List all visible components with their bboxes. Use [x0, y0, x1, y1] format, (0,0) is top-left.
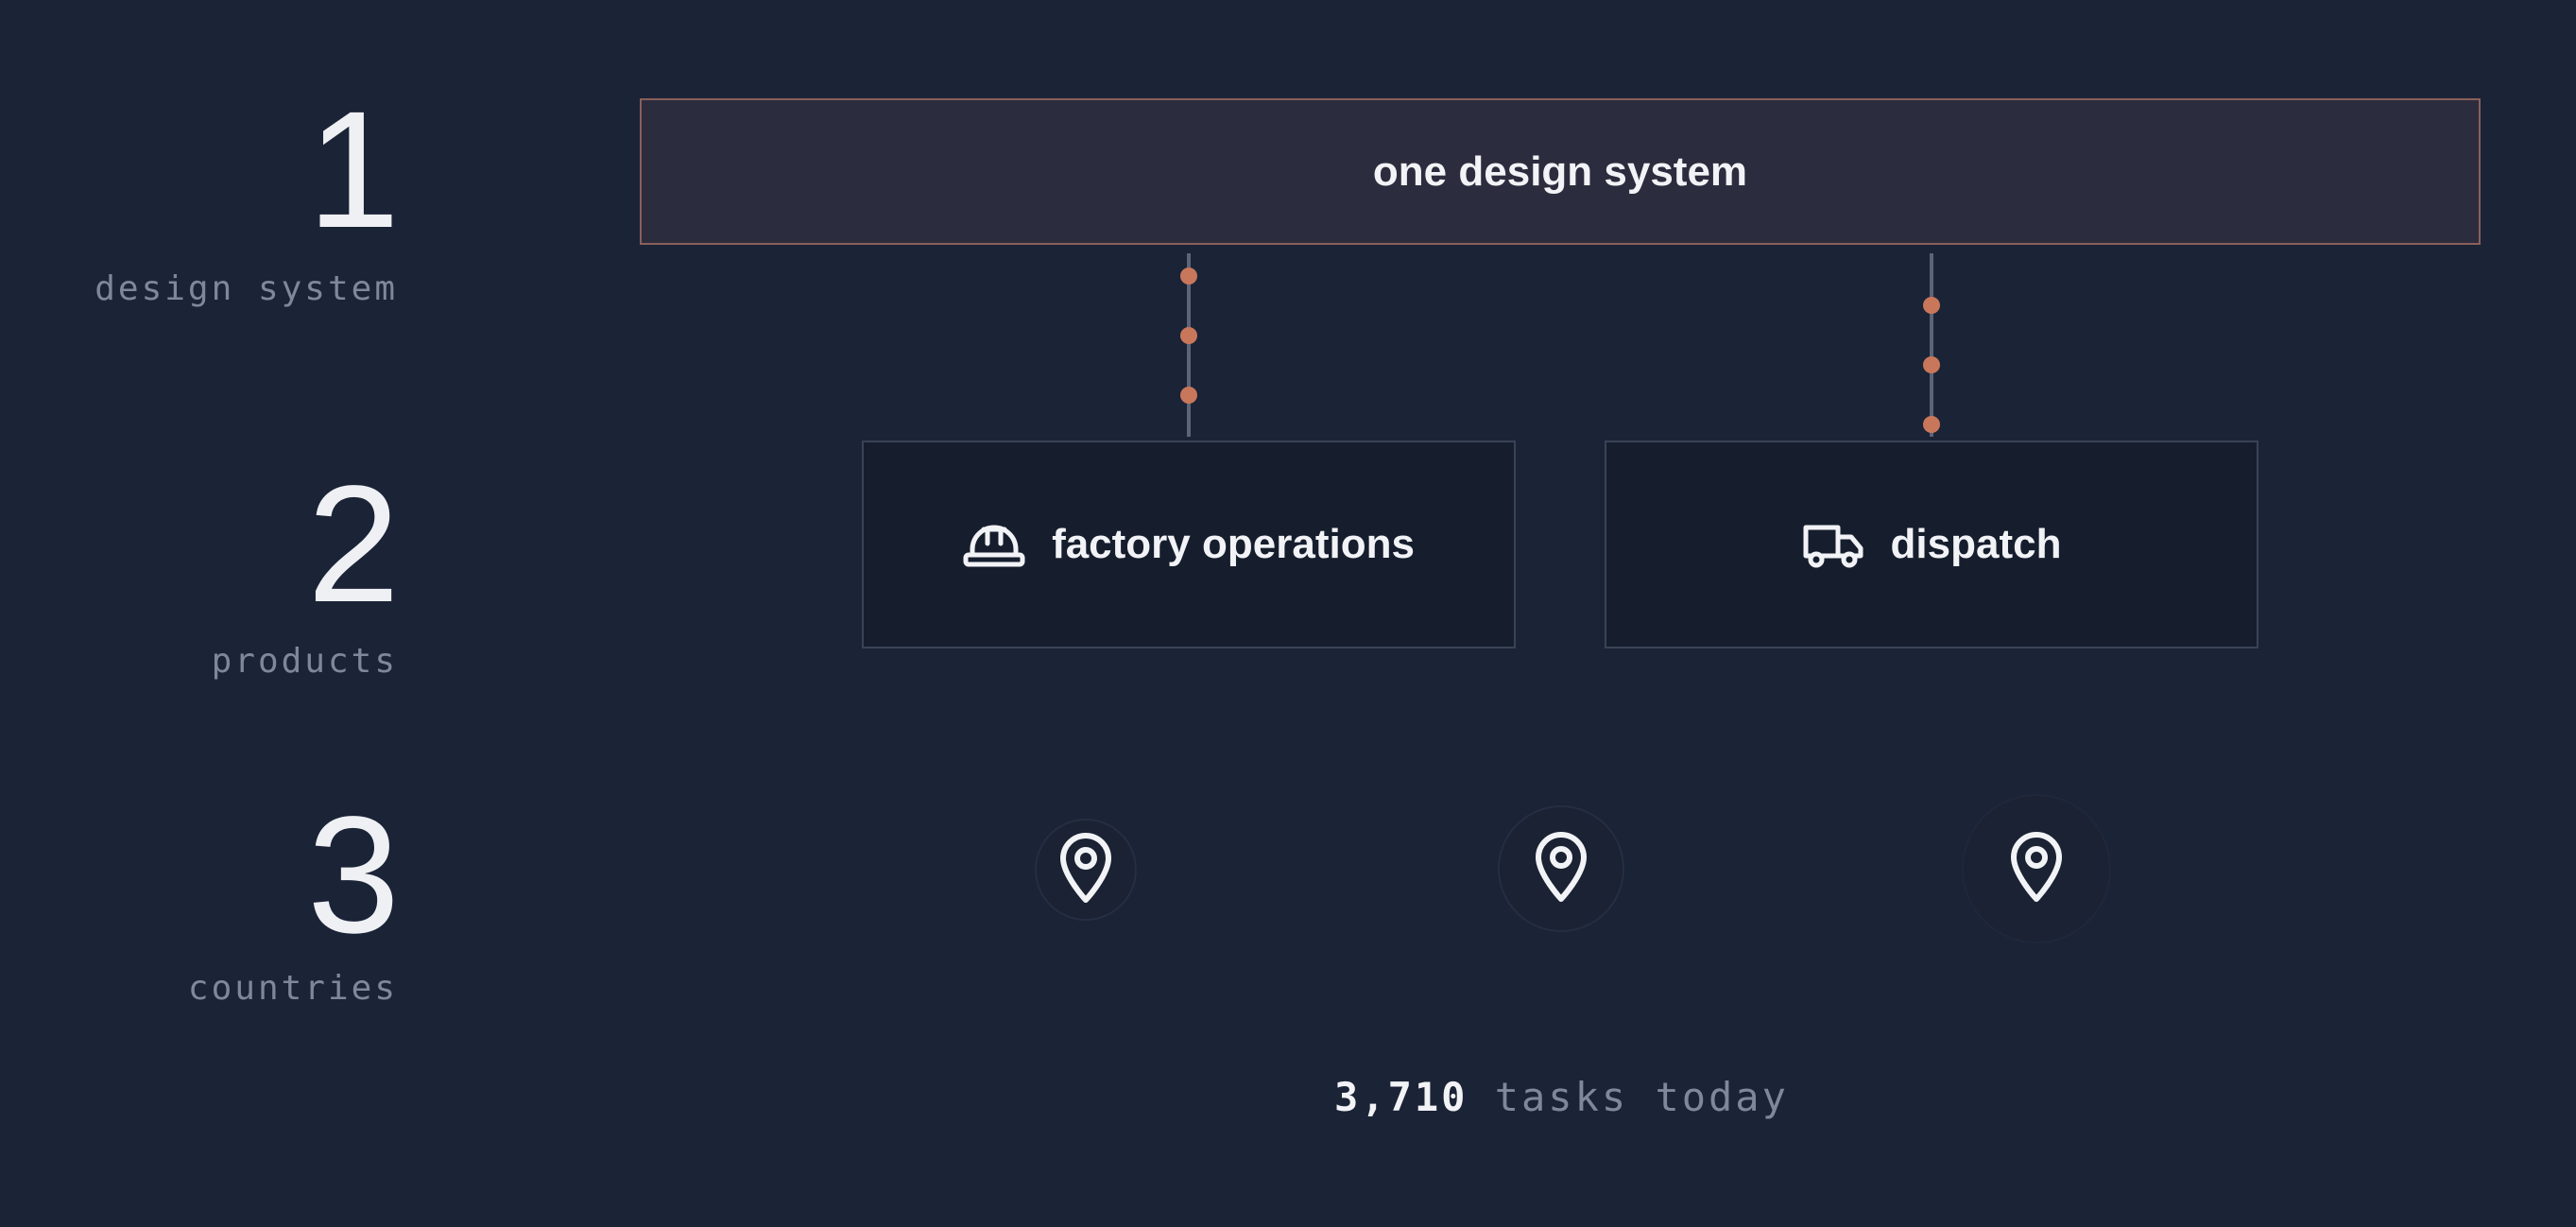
tasks-count: 3,710 [1334, 1074, 1468, 1120]
connector-dot [1923, 356, 1940, 373]
design-system-label: one design system [1372, 147, 1748, 195]
tasks-counter: 3,710 tasks today [1334, 1074, 1789, 1120]
map-pin-icon [1531, 829, 1591, 909]
product-box-factory-operations: factory operations [862, 441, 1516, 648]
row-number-products: 2 [307, 452, 400, 637]
row-caption-countries: countries [187, 969, 398, 1008]
product-label: factory operations [1052, 521, 1415, 567]
row-caption-products: products [211, 642, 398, 681]
row-number-countries: 3 [307, 783, 400, 968]
country-pin [1962, 794, 2111, 943]
hard-hat-icon [963, 521, 1025, 568]
map-pin-icon [1056, 830, 1116, 910]
country-pin [1035, 819, 1137, 921]
map-pin-icon [2006, 829, 2067, 909]
product-label: dispatch [1890, 521, 2062, 567]
truck-icon [1802, 520, 1864, 569]
row-number-design-system: 1 [307, 78, 400, 263]
connector-dispatch [1930, 253, 1933, 437]
connector-dot [1180, 268, 1197, 285]
design-system-box: one design system [640, 98, 2481, 245]
product-box-dispatch: dispatch [1605, 441, 2258, 648]
connector-dot [1923, 416, 1940, 433]
row-caption-design-system: design system [94, 269, 398, 308]
tasks-label: tasks today [1494, 1074, 1789, 1120]
connector-dot [1180, 387, 1197, 404]
diagram-canvas: 1 design system 2 products 3 countries o… [0, 0, 2576, 1227]
connector-dot [1923, 297, 1940, 314]
country-pin [1498, 805, 1624, 932]
connector-dot [1180, 327, 1197, 344]
